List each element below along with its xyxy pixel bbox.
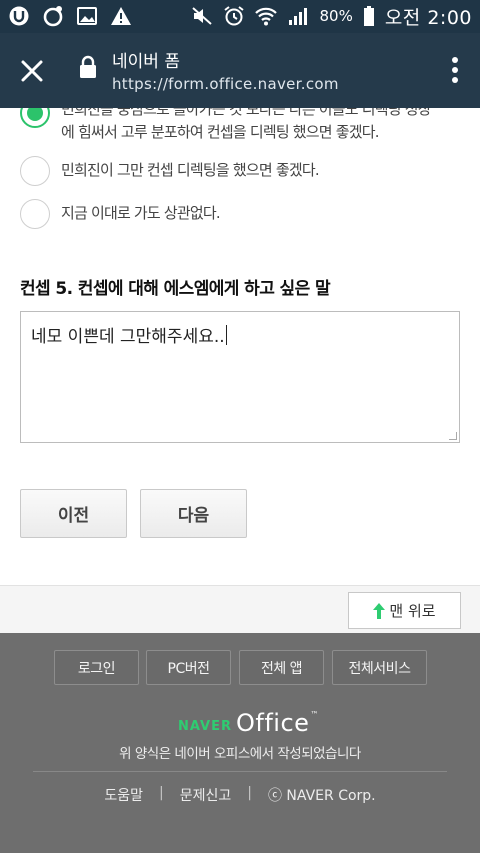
close-icon[interactable]: [18, 57, 46, 85]
alarm-icon: [224, 6, 245, 26]
wifi-icon: [255, 7, 278, 26]
login-link[interactable]: 로그인: [54, 650, 139, 685]
resize-handle-icon[interactable]: [449, 432, 457, 440]
answer-textarea[interactable]: 네모 이쁜데 그만해주세요..: [20, 311, 460, 443]
mute-icon: [192, 7, 213, 25]
back-to-top-button[interactable]: 맨 위로: [348, 592, 461, 629]
arrow-up-icon: [373, 602, 386, 619]
all-apps-link[interactable]: 전체 앱: [239, 650, 324, 685]
radio-button[interactable]: [20, 199, 50, 229]
made-with-text: 위 양식은 네이버 오피스에서 작성되었습니다: [119, 746, 361, 762]
radio-button-checked[interactable]: [20, 108, 50, 128]
chat-icon: [43, 6, 63, 27]
lock-icon: [80, 55, 96, 78]
naver-office-logo: NAVER Office ™: [178, 709, 318, 737]
separator: |: [159, 785, 164, 801]
answer-text: 네모 이쁜데 그만해주세요..: [31, 327, 225, 347]
option-1[interactable]: 민희진을 중심으로 돌아가는 것 보다는 다른 이들도 디렉팅 성장에 힘써서 …: [20, 108, 441, 144]
copyright: ⓒ NAVER Corp.: [267, 788, 376, 804]
footer: 로그인 PC버전 전체 앱 전체서비스 NAVER Office ™ 위 양식은…: [0, 633, 480, 853]
image-icon: [77, 7, 97, 25]
back-to-top-label: 맨 위로: [389, 602, 436, 620]
pc-version-link[interactable]: PC버전: [146, 650, 231, 685]
back-to-top-strip: 맨 위로: [0, 585, 480, 633]
clock: 오전 2:00: [384, 6, 472, 29]
question-title: 컨셉 5. 컨셉에 대해 에스엠에게 하고 싶은 말: [20, 279, 331, 299]
radio-button[interactable]: [20, 156, 50, 186]
warning-icon: [111, 7, 131, 25]
page-title: 네이버 폼: [112, 52, 180, 72]
logo-office-text: Office: [236, 709, 310, 737]
option-label: 민희진을 중심으로 돌아가는 것 보다는 다른 이들도 디렉팅 성장에 힘써서 …: [61, 108, 432, 141]
status-right-icons: 80% 오전 2:00: [191, 5, 472, 29]
all-services-link[interactable]: 전체서비스: [332, 650, 427, 685]
battery-icon: [363, 6, 374, 26]
battery-percent: 80%: [319, 7, 353, 25]
next-button[interactable]: 다음: [140, 489, 247, 538]
help-link[interactable]: 도움말: [104, 785, 143, 805]
footer-divider: [33, 771, 447, 772]
form-content: 민희진을 중심으로 돌아가는 것 보다는 다른 이들도 디렉팅 성장에 힘써서 …: [0, 108, 480, 585]
logo-naver-text: NAVER: [178, 719, 233, 734]
option-3[interactable]: 지금 이대로 가도 상관없다.: [20, 199, 221, 229]
status-left-icons: [8, 5, 132, 27]
prev-button[interactable]: 이전: [20, 489, 127, 538]
option-label: 민희진이 그만 컨셉 디렉팅을 했으면 좋겠다.: [61, 161, 320, 179]
option-2[interactable]: 민희진이 그만 컨셉 디렉팅을 했으면 좋겠다.: [20, 156, 320, 186]
footer-bottom-links: 도움말 | 문제신고 | ⓒ NAVER Corp.: [0, 785, 480, 805]
report-link[interactable]: 문제신고: [180, 785, 232, 805]
page-url[interactable]: https://form.office.naver.com: [112, 75, 339, 93]
trademark-mark: ™: [310, 710, 319, 719]
browser-toolbar: 네이버 폼 https://form.office.naver.com: [0, 33, 480, 108]
u-app-icon: [9, 6, 29, 26]
overflow-menu-icon[interactable]: [450, 57, 460, 87]
text-cursor: [225, 325, 227, 345]
status-bar: 80% 오전 2:00: [0, 0, 480, 33]
separator: |: [247, 785, 252, 801]
option-label: 지금 이대로 가도 상관없다.: [61, 204, 221, 222]
signal-icon: [289, 8, 308, 25]
